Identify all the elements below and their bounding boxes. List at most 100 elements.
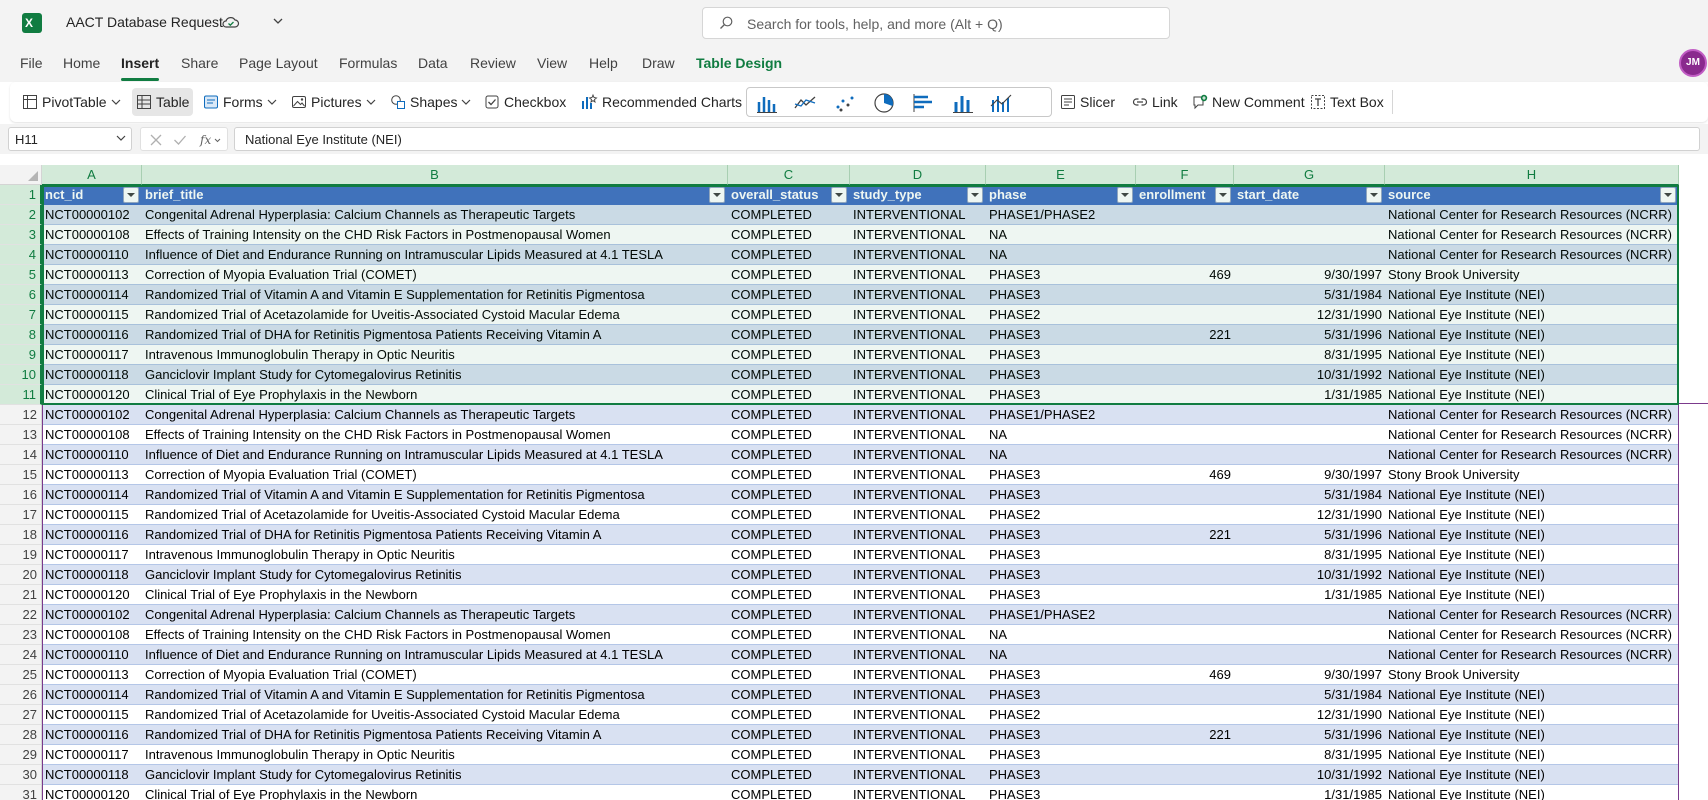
- table-cell[interactable]: NCT00000110: [42, 245, 142, 265]
- table-cell[interactable]: COMPLETED: [728, 765, 850, 785]
- table-cell[interactable]: National Eye Institute (NEI): [1385, 725, 1679, 745]
- table-cell[interactable]: NCT00000120: [42, 785, 142, 800]
- table-cell[interactable]: NCT00000118: [42, 765, 142, 785]
- line-chart-icon[interactable]: [793, 92, 817, 114]
- table-cell[interactable]: 8/31/1995: [1234, 545, 1385, 565]
- table-cell[interactable]: PHASE3: [986, 385, 1136, 405]
- table-cell[interactable]: Congenital Adrenal Hyperplasia: Calcium …: [142, 405, 728, 425]
- table-cell[interactable]: INTERVENTIONAL: [850, 425, 986, 445]
- row-header[interactable]: 12: [0, 405, 42, 425]
- table-cell[interactable]: 8/31/1995: [1234, 745, 1385, 765]
- table-cell[interactable]: NCT00000120: [42, 385, 142, 405]
- table-cell[interactable]: Stony Brook University: [1385, 265, 1679, 285]
- cloud-saved-icon[interactable]: [222, 14, 240, 30]
- scatter-chart-icon[interactable]: [833, 92, 857, 114]
- row-header[interactable]: 8: [0, 325, 42, 345]
- tab-view[interactable]: View: [537, 55, 567, 71]
- table-cell[interactable]: 221: [1136, 325, 1234, 345]
- table-cell[interactable]: [1136, 605, 1234, 625]
- table-cell[interactable]: Stony Brook University: [1385, 665, 1679, 685]
- table-cell[interactable]: PHASE3: [986, 685, 1136, 705]
- table-cell[interactable]: Stony Brook University: [1385, 465, 1679, 485]
- table-cell[interactable]: [1136, 445, 1234, 465]
- pivottable-button[interactable]: PivotTable: [22, 88, 121, 116]
- tab-review[interactable]: Review: [470, 55, 516, 71]
- table-cell[interactable]: NCT00000115: [42, 305, 142, 325]
- table-cell[interactable]: PHASE1/PHASE2: [986, 205, 1136, 225]
- table-cell[interactable]: [1136, 645, 1234, 665]
- table-cell[interactable]: 469: [1136, 265, 1234, 285]
- pie-chart-icon[interactable]: [872, 92, 896, 114]
- table-cell[interactable]: Effects of Training Intensity on the CHD…: [142, 625, 728, 645]
- table-cell[interactable]: Effects of Training Intensity on the CHD…: [142, 425, 728, 445]
- table-cell[interactable]: INTERVENTIONAL: [850, 445, 986, 465]
- table-cell[interactable]: 10/31/1992: [1234, 565, 1385, 585]
- table-cell[interactable]: INTERVENTIONAL: [850, 465, 986, 485]
- table-cell[interactable]: COMPLETED: [728, 305, 850, 325]
- table-cell[interactable]: National Eye Institute (NEI): [1385, 765, 1679, 785]
- row-header[interactable]: 4: [0, 245, 42, 265]
- table-cell[interactable]: National Eye Institute (NEI): [1385, 385, 1679, 405]
- table-cell[interactable]: PHASE3: [986, 345, 1136, 365]
- table-cell[interactable]: National Eye Institute (NEI): [1385, 525, 1679, 545]
- table-cell[interactable]: [1136, 405, 1234, 425]
- table-cell[interactable]: NCT00000113: [42, 265, 142, 285]
- table-button[interactable]: Table: [132, 88, 194, 116]
- table-cell[interactable]: COMPLETED: [728, 705, 850, 725]
- table-cell[interactable]: Randomized Trial of DHA for Retinitis Pi…: [142, 325, 728, 345]
- table-cell[interactable]: NCT00000117: [42, 345, 142, 365]
- row-header[interactable]: 5: [0, 265, 42, 285]
- avatar[interactable]: JM: [1679, 49, 1707, 77]
- table-cell[interactable]: COMPLETED: [728, 365, 850, 385]
- table-cell[interactable]: Randomized Trial of Vitamin A and Vitami…: [142, 285, 728, 305]
- table-cell[interactable]: [1136, 505, 1234, 525]
- confirm-icon[interactable]: [173, 133, 187, 147]
- filter-dropdown-button[interactable]: [1660, 187, 1676, 203]
- row-header[interactable]: 6: [0, 285, 42, 305]
- table-cell[interactable]: Effects of Training Intensity on the CHD…: [142, 225, 728, 245]
- table-cell[interactable]: NCT00000114: [42, 485, 142, 505]
- tab-data[interactable]: Data: [418, 55, 448, 71]
- table-cell[interactable]: COMPLETED: [728, 725, 850, 745]
- table-cell[interactable]: NCT00000115: [42, 705, 142, 725]
- table-cell[interactable]: National Eye Institute (NEI): [1385, 685, 1679, 705]
- table-cell[interactable]: NCT00000114: [42, 685, 142, 705]
- table-cell[interactable]: COMPLETED: [728, 225, 850, 245]
- table-cell[interactable]: [1136, 225, 1234, 245]
- table-cell[interactable]: 5/31/1984: [1234, 685, 1385, 705]
- table-cell[interactable]: [1136, 705, 1234, 725]
- header-cell[interactable]: start_date: [1234, 185, 1385, 205]
- table-cell[interactable]: National Center for Research Resources (…: [1385, 245, 1679, 265]
- table-cell[interactable]: Influence of Diet and Endurance Running …: [142, 445, 728, 465]
- table-cell[interactable]: Intravenous Immunoglobulin Therapy in Op…: [142, 545, 728, 565]
- row-header[interactable]: 1: [0, 185, 42, 205]
- filter-dropdown-button[interactable]: [123, 187, 139, 203]
- table-cell[interactable]: NCT00000115: [42, 505, 142, 525]
- table-cell[interactable]: NCT00000116: [42, 325, 142, 345]
- table-cell[interactable]: PHASE3: [986, 545, 1136, 565]
- table-cell[interactable]: NCT00000117: [42, 745, 142, 765]
- table-cell[interactable]: [1234, 445, 1385, 465]
- table-cell[interactable]: Randomized Trial of Acetazolamide for Uv…: [142, 505, 728, 525]
- table-cell[interactable]: NA: [986, 245, 1136, 265]
- shapes-button[interactable]: Shapes: [390, 88, 471, 116]
- table-resize-handle[interactable]: [1679, 403, 1708, 404]
- table-cell[interactable]: 12/31/1990: [1234, 705, 1385, 725]
- column-header-d[interactable]: D: [850, 165, 986, 185]
- table-cell[interactable]: 9/30/1997: [1234, 665, 1385, 685]
- table-cell[interactable]: 9/30/1997: [1234, 265, 1385, 285]
- table-cell[interactable]: NCT00000110: [42, 645, 142, 665]
- row-header[interactable]: 18: [0, 525, 42, 545]
- new-comment-button[interactable]: New Comment: [1192, 88, 1305, 116]
- table-cell[interactable]: Intravenous Immunoglobulin Therapy in Op…: [142, 745, 728, 765]
- chevron-down-icon[interactable]: [272, 15, 284, 27]
- table-cell[interactable]: INTERVENTIONAL: [850, 725, 986, 745]
- table-cell[interactable]: 1/31/1985: [1234, 585, 1385, 605]
- table-cell[interactable]: National Center for Research Resources (…: [1385, 205, 1679, 225]
- name-box[interactable]: H11: [8, 127, 132, 151]
- table-cell[interactable]: Randomized Trial of DHA for Retinitis Pi…: [142, 725, 728, 745]
- table-cell[interactable]: PHASE3: [986, 325, 1136, 345]
- table-cell[interactable]: PHASE3: [986, 485, 1136, 505]
- table-cell[interactable]: National Eye Institute (NEI): [1385, 545, 1679, 565]
- table-cell[interactable]: INTERVENTIONAL: [850, 785, 986, 800]
